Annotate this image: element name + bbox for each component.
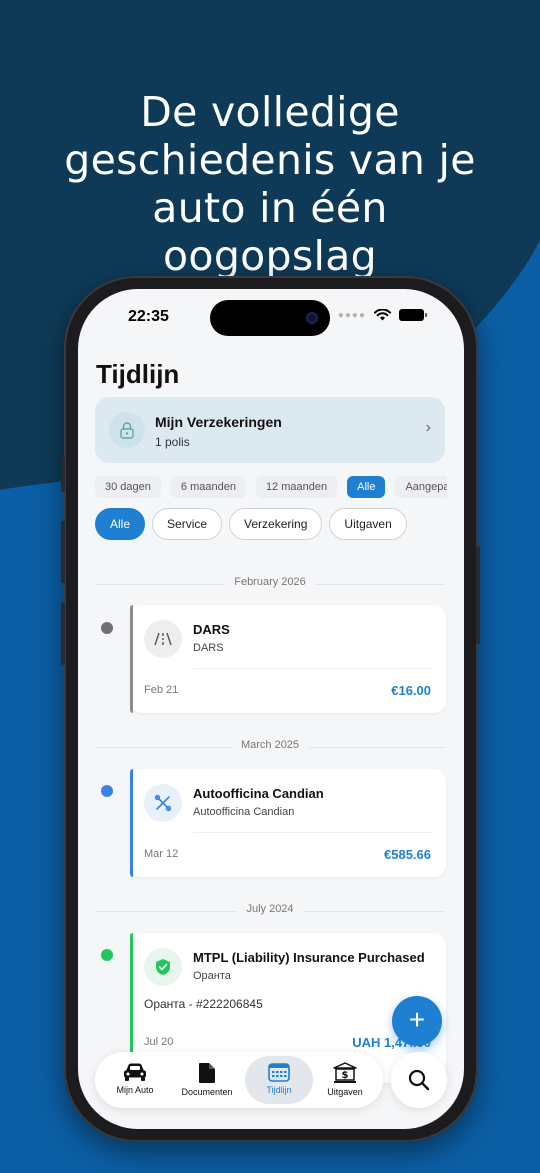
dynamic-island	[210, 300, 330, 336]
filter-service[interactable]: Service	[152, 508, 223, 540]
month-label: March 2025	[230, 739, 310, 751]
tab-documents[interactable]: Documenten	[173, 1056, 241, 1104]
tab-label: Uitgaven	[327, 1087, 363, 1097]
period-12-months[interactable]: 12 maanden	[255, 476, 338, 498]
event-subtitle: Autoofficina Candian	[193, 806, 295, 818]
phone-side-button	[61, 456, 65, 492]
month-divider: February 2026	[95, 576, 445, 592]
car-icon	[124, 1063, 146, 1081]
insurance-card-title: Mijn Verzekeringen	[155, 414, 282, 430]
event-date: Feb 21	[144, 684, 179, 696]
insurance-card-subtitle: 1 polis	[155, 435, 190, 449]
filter-all[interactable]: Alle	[95, 508, 146, 540]
headline-line-1: De volledige	[140, 88, 400, 136]
period-selector: 30 dagen 6 maanden 12 maanden Alle Aange…	[95, 476, 447, 498]
shield-check-icon	[144, 948, 182, 986]
event-title: Autoofficina Candian	[193, 786, 324, 801]
tab-my-car[interactable]: Mijn Auto	[101, 1056, 169, 1104]
event-accent-bar	[130, 605, 133, 713]
event-accent-bar	[130, 769, 133, 877]
svg-text:$: $	[342, 1070, 349, 1081]
month-divider: July 2024	[95, 903, 445, 919]
search-icon	[408, 1069, 430, 1091]
bank-dollar-icon: $	[333, 1062, 357, 1083]
event-amount: €16.00	[391, 683, 431, 698]
tab-label: Tijdlijn	[266, 1085, 292, 1095]
tab-bar: Mijn Auto Documenten Tijdlijn $ Uitgaven	[95, 1052, 383, 1108]
event-amount: €585.66	[384, 847, 431, 862]
filter-expenses[interactable]: Uitgaven	[329, 508, 407, 540]
event-date: Jul 20	[144, 1036, 174, 1048]
period-30-days[interactable]: 30 dagen	[95, 476, 161, 498]
event-title: DARS	[193, 622, 230, 637]
event-note: Оранта - #222206845	[144, 997, 263, 1011]
event-subtitle: DARS	[193, 642, 224, 654]
tab-label: Mijn Auto	[116, 1085, 154, 1095]
month-divider: March 2025	[95, 739, 445, 755]
headline-line-4: oogopslag	[163, 232, 377, 280]
period-all[interactable]: Alle	[347, 476, 386, 498]
tab-expenses[interactable]: $ Uitgaven	[311, 1056, 379, 1104]
tab-timeline[interactable]: Tijdlijn	[245, 1056, 313, 1104]
tools-icon	[144, 784, 182, 822]
battery-icon	[399, 309, 427, 321]
add-event-button[interactable]: +	[392, 996, 442, 1046]
chevron-right-icon: ›	[425, 419, 431, 436]
phone-power-button	[476, 546, 480, 644]
period-custom[interactable]: Aangepast	[395, 476, 447, 498]
insurance-card[interactable]: Mijn Verzekeringen 1 polis ›	[95, 397, 445, 463]
calendar-icon	[268, 1063, 290, 1082]
status-indicators: ●●●●	[337, 309, 427, 321]
tab-label: Documenten	[181, 1087, 233, 1097]
category-filters: Alle Service Verzekering Uitgaven	[95, 508, 407, 540]
timeline-event-card[interactable]: DARS DARS Feb 21 €16.00	[130, 605, 446, 713]
event-separator	[193, 668, 432, 669]
event-separator	[193, 832, 432, 833]
headline: De volledige geschiedenis van je auto in…	[0, 88, 540, 280]
headline-line-3: auto in één	[152, 184, 388, 232]
app-screen: 22:35 ●●●● Tijdlijn Mijn Verzekeringen 1…	[78, 289, 464, 1129]
road-icon	[144, 620, 182, 658]
phone-volume-up-button	[61, 521, 65, 583]
phone-volume-down-button	[61, 603, 65, 665]
event-date: Mar 12	[144, 848, 179, 860]
status-time: 22:35	[128, 308, 169, 325]
document-icon	[199, 1063, 215, 1083]
lock-icon	[109, 412, 145, 448]
period-6-months[interactable]: 6 maanden	[170, 476, 246, 498]
search-button[interactable]	[391, 1052, 447, 1108]
camera-icon	[306, 312, 318, 324]
wifi-icon	[374, 309, 391, 321]
month-label: July 2024	[236, 903, 304, 915]
signal-dots-icon: ●●●●	[337, 309, 366, 321]
headline-line-2: geschiedenis van je	[64, 136, 476, 184]
plus-icon: +	[408, 1004, 426, 1035]
filter-insurance[interactable]: Verzekering	[229, 508, 323, 540]
event-subtitle: Оранта	[193, 970, 231, 982]
month-label: February 2026	[224, 576, 316, 588]
timeline-dot	[101, 949, 113, 961]
timeline-dot	[101, 622, 113, 634]
event-title: MTPL (Liability) Insurance Purchased	[193, 950, 425, 965]
timeline-dot	[101, 785, 113, 797]
timeline-event-card[interactable]: Autoofficina Candian Autoofficina Candia…	[130, 769, 446, 877]
page-title: Tijdlijn	[96, 359, 180, 389]
